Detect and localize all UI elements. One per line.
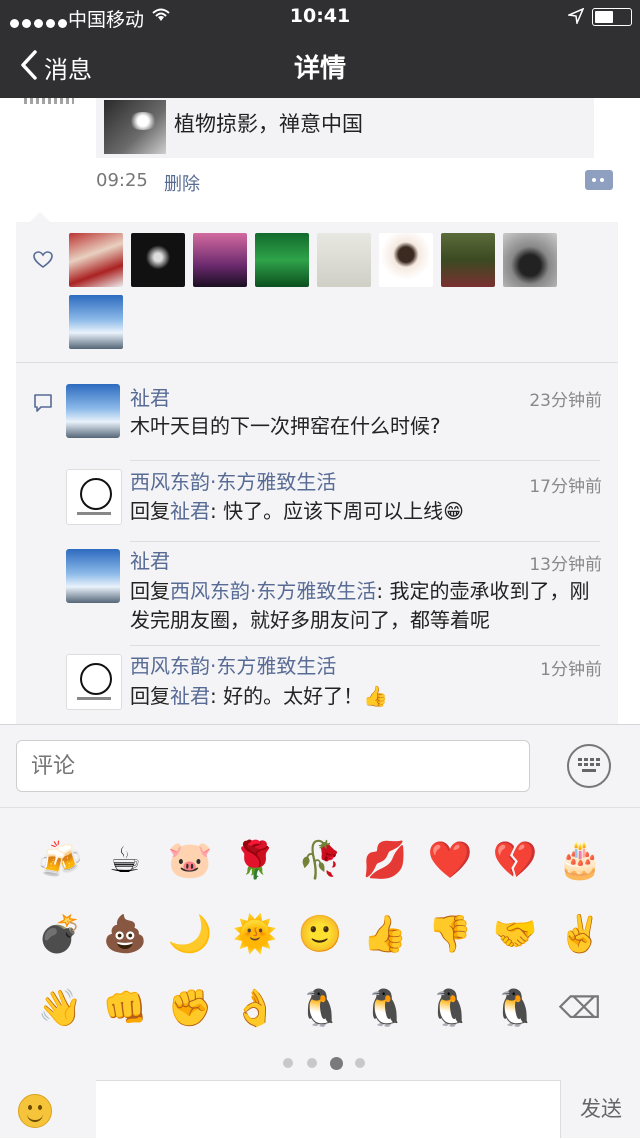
reply-target[interactable]: 西风东韵·东方雅致生活 xyxy=(170,579,376,603)
like-avatar[interactable] xyxy=(503,233,557,287)
keyboard-toggle-button[interactable] xyxy=(567,744,611,788)
emoji-item[interactable]: 🐧 xyxy=(492,986,538,1032)
heart-icon xyxy=(33,251,53,268)
emoji-item[interactable]: 🌞 xyxy=(232,912,278,958)
emoji-item[interactable]: 👊 xyxy=(102,986,148,1032)
emoji-item[interactable]: 🌙 xyxy=(167,912,213,958)
emoji-item[interactable]: 👌 xyxy=(232,986,278,1032)
divider xyxy=(0,807,640,808)
back-label: 消息 xyxy=(44,56,92,84)
thumbs-up-emoji: 👍 xyxy=(363,684,389,708)
comment-time: 1分钟前 xyxy=(540,660,602,680)
reply-target[interactable]: 祉君 xyxy=(170,499,210,523)
emoji-item[interactable]: 💔 xyxy=(492,838,538,884)
link-title: 植物掠影，禅意中国 xyxy=(174,112,363,136)
comment-text: 回复祉君: 快了。应该下周可以上线😁 xyxy=(130,499,464,523)
divider xyxy=(130,541,600,542)
delete-link[interactable]: 删除 xyxy=(164,170,200,196)
nav-bar: 消息 详情 xyxy=(0,32,640,98)
commenter-name[interactable]: 西风东韵·东方雅致生活 xyxy=(130,466,336,495)
emoji-item[interactable]: 🤝 xyxy=(492,912,538,958)
like-avatar[interactable] xyxy=(193,233,247,287)
emoji-item[interactable]: 🐧 xyxy=(297,986,343,1032)
emoji-item[interactable]: 🍻 xyxy=(37,838,83,884)
reply-target[interactable]: 祉君 xyxy=(170,684,210,708)
emoji-item[interactable]: 🐷 xyxy=(167,838,213,884)
emoji-item[interactable]: 🥀 xyxy=(297,838,343,884)
page-dot[interactable] xyxy=(355,1058,365,1068)
comment-text: 木叶天目的下一次押窑在什么时候? xyxy=(130,414,441,438)
emoji-item[interactable]: 💋 xyxy=(362,838,408,884)
page-dot[interactable] xyxy=(330,1057,343,1070)
emoji-item[interactable]: 🌹 xyxy=(232,838,278,884)
smiley-icon xyxy=(18,1094,52,1128)
emoji-item[interactable]: 💩 xyxy=(102,912,148,958)
chevron-left-icon xyxy=(21,50,37,80)
comment-text: 回复西风东韵·东方雅致生活: 我定的壶承收到了，刚发完朋友圈，就好多朋友问了，都… xyxy=(130,579,590,632)
status-bar: 中国移动 10:41 xyxy=(0,0,640,32)
divider xyxy=(16,362,618,363)
like-avatar[interactable] xyxy=(317,233,371,287)
comment-icon xyxy=(34,394,52,412)
location-icon xyxy=(566,7,585,29)
emoji-item[interactable]: 🙂 xyxy=(297,912,343,958)
delete-emoji-button[interactable]: ⌫ xyxy=(557,986,603,1032)
comment-time: 17分钟前 xyxy=(529,477,602,497)
commenter-name[interactable]: 西风东韵·东方雅致生活 xyxy=(130,650,336,679)
comment-input[interactable] xyxy=(16,740,530,792)
grin-emoji: 😁 xyxy=(443,499,464,523)
send-button[interactable]: 发送 xyxy=(560,1080,640,1138)
page-dot[interactable] xyxy=(283,1058,293,1068)
author-avatar-partial xyxy=(24,98,74,104)
emoji-item[interactable]: 🎂 xyxy=(557,838,603,884)
back-button[interactable]: 消息 xyxy=(16,32,116,98)
emoji-item[interactable]: 👍 xyxy=(362,912,408,958)
divider xyxy=(130,460,600,461)
link-thumbnail xyxy=(104,100,166,154)
comment-text: 回复祉君: 好的。太好了！👍 xyxy=(130,684,389,708)
divider xyxy=(130,645,600,646)
like-avatar[interactable] xyxy=(69,233,123,287)
commenter-avatar[interactable] xyxy=(66,549,120,603)
comment-time: 13分钟前 xyxy=(529,555,602,575)
emoji-bottom-bar xyxy=(0,1080,640,1139)
post-time: 09:25 xyxy=(96,170,148,191)
emoji-item[interactable]: 🐧 xyxy=(427,986,473,1032)
panel-arrow xyxy=(30,212,50,222)
like-avatar[interactable] xyxy=(379,233,433,287)
like-avatar[interactable] xyxy=(441,233,495,287)
commenter-avatar[interactable] xyxy=(66,384,120,438)
commenter-avatar[interactable] xyxy=(66,654,122,710)
emoji-item[interactable]: 💣 xyxy=(37,912,83,958)
commenter-name[interactable]: 祉君 xyxy=(130,545,170,574)
shared-link-card[interactable]: 植物掠影，禅意中国 xyxy=(96,98,594,158)
like-avatar[interactable] xyxy=(131,233,185,287)
emoji-item[interactable]: 🐧 xyxy=(362,986,408,1032)
like-avatar[interactable] xyxy=(69,295,123,349)
comment-time: 23分钟前 xyxy=(529,391,602,411)
emoji-item[interactable]: ✊ xyxy=(167,986,213,1032)
battery-icon xyxy=(592,8,632,26)
emoji-item[interactable]: 👋 xyxy=(37,986,83,1032)
keyboard-icon xyxy=(578,758,600,772)
emoji-item[interactable]: ✌️ xyxy=(557,912,603,958)
commenter-name[interactable]: 祉君 xyxy=(130,382,170,411)
emoji-category-tab[interactable] xyxy=(0,1080,96,1138)
comment-menu-icon[interactable] xyxy=(585,170,613,190)
emoji-item[interactable]: 👎 xyxy=(427,912,473,958)
clock: 10:41 xyxy=(289,5,351,27)
emoji-item[interactable]: ☕ xyxy=(102,838,148,884)
commenter-avatar[interactable] xyxy=(66,469,122,525)
emoji-item[interactable]: ❤️ xyxy=(427,838,473,884)
page-dot[interactable] xyxy=(307,1058,317,1068)
like-avatar[interactable] xyxy=(255,233,309,287)
